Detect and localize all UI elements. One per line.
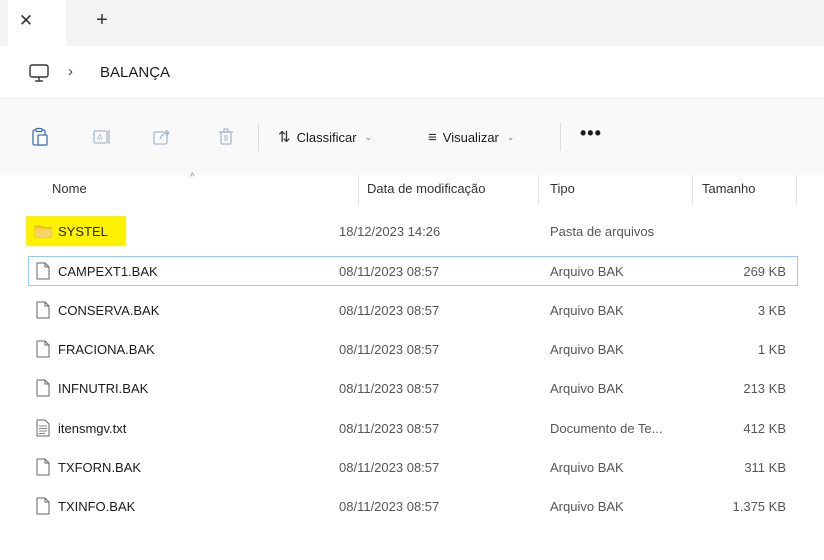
- file-name: FRACIONA.BAK: [58, 342, 155, 357]
- file-type: Arquivo BAK: [550, 264, 624, 279]
- file-size: 213 KB: [743, 381, 786, 396]
- file-date: 08/11/2023 08:57: [339, 499, 440, 514]
- column-divider[interactable]: [358, 175, 359, 205]
- file-icon: [36, 379, 50, 397]
- more-options-button[interactable]: •••: [580, 123, 602, 144]
- column-header-date[interactable]: Data de modificação: [367, 181, 486, 196]
- close-tab-icon[interactable]: ✕: [16, 11, 36, 31]
- new-tab-icon[interactable]: +: [92, 10, 112, 30]
- file-row[interactable]: INFNUTRI.BAK 08/11/2023 08:57 Arquivo BAK 2…: [28, 373, 798, 403]
- toolbar-divider: [560, 123, 561, 151]
- file-row[interactable]: TXINFO.BAK 08/11/2023 08:57 Arquivo BAK 1.3…: [28, 491, 798, 521]
- sort-label: Classificar: [296, 129, 357, 145]
- file-date: 08/11/2023 08:57: [339, 381, 440, 396]
- file-type: Arquivo BAK: [550, 303, 624, 318]
- file-date: 08/11/2023 08:57: [339, 303, 440, 318]
- this-pc-icon[interactable]: [28, 63, 50, 83]
- file-icon: [36, 340, 50, 358]
- column-divider[interactable]: [796, 175, 797, 205]
- share-icon[interactable]: [152, 127, 172, 147]
- file-name: CAMPEXT1.BAK: [58, 264, 158, 279]
- file-name: INFNUTRI.BAK: [58, 381, 149, 396]
- file-date: 08/11/2023 08:57: [339, 421, 440, 436]
- file-icon: [36, 301, 50, 319]
- column-header-type[interactable]: Tipo: [550, 181, 575, 196]
- sort-ascending-icon: ^: [190, 172, 195, 183]
- file-icon: [36, 497, 50, 515]
- command-bar: A ⇅ Classificar ⌄ ≡ Visualizar ⌄ •••: [0, 99, 824, 175]
- file-row[interactable]: CONSERVA.BAK 08/11/2023 08:57 Arquivo BAK 3…: [28, 295, 798, 325]
- delete-icon[interactable]: [216, 127, 236, 147]
- file-row[interactable]: itensmgv.txt 08/11/2023 08:57 Documento de…: [28, 413, 798, 443]
- text-file-icon: [36, 419, 50, 437]
- tab-strip: ✕ +: [0, 0, 824, 46]
- file-list: Nome ^ Data de modificação Tipo Tamanho …: [0, 172, 824, 560]
- file-row[interactable]: TXFORN.BAK 08/11/2023 08:57 Arquivo BAK 311…: [28, 452, 798, 482]
- file-type: Arquivo BAK: [550, 381, 624, 396]
- svg-text:A: A: [97, 133, 103, 142]
- folder-icon: [34, 225, 52, 238]
- view-icon: ≡: [428, 128, 437, 146]
- folder-row[interactable]: SYSTEL 18/12/2023 14:26 Pasta de arquivos: [26, 216, 798, 246]
- file-row[interactable]: CAMPEXT1.BAK 08/11/2023 08:57 Arquivo BAK 2…: [28, 256, 798, 286]
- file-date: 08/11/2023 08:57: [339, 460, 440, 475]
- file-type: Arquivo BAK: [550, 342, 624, 357]
- file-size: 412 KB: [743, 421, 786, 436]
- file-date: 08/11/2023 08:57: [339, 342, 440, 357]
- column-header-row: Nome ^ Data de modificação Tipo Tamanho: [0, 172, 824, 205]
- sort-icon: ⇅: [278, 129, 291, 146]
- file-type: Arquivo BAK: [550, 499, 624, 514]
- view-button[interactable]: ≡ Visualizar ⌄: [428, 126, 514, 148]
- breadcrumb-folder[interactable]: BALANÇA: [100, 64, 170, 81]
- file-size: 3 KB: [757, 303, 786, 318]
- file-size: 1.375 KB: [732, 499, 787, 514]
- file-size: 1 KB: [757, 342, 786, 357]
- sort-button[interactable]: ⇅ Classificar ⌄: [278, 126, 372, 148]
- file-date: 18/12/2023 14:26: [339, 224, 441, 239]
- chevron-down-icon: ⌄: [506, 131, 515, 142]
- column-header-size[interactable]: Tamanho: [702, 181, 755, 196]
- file-type: Pasta de arquivos: [550, 224, 655, 239]
- file-date: 08/11/2023 08:57: [339, 264, 440, 279]
- address-bar[interactable]: › BALANÇA: [0, 46, 824, 99]
- file-name: SYSTEL: [58, 224, 108, 239]
- view-label: Visualizar: [442, 129, 499, 145]
- file-icon: [36, 262, 50, 280]
- file-name: TXFORN.BAK: [58, 460, 142, 475]
- file-type: Documento de Te...: [550, 421, 663, 436]
- column-header-name[interactable]: Nome: [52, 181, 87, 196]
- rename-icon[interactable]: A: [92, 127, 112, 147]
- file-type: Arquivo BAK: [550, 460, 624, 475]
- column-divider[interactable]: [538, 175, 539, 205]
- file-row[interactable]: FRACIONA.BAK 08/11/2023 08:57 Arquivo BAK 1…: [28, 334, 798, 364]
- column-divider[interactable]: [692, 175, 693, 205]
- file-icon: [36, 458, 50, 476]
- file-name: itensmgv.txt: [58, 421, 127, 436]
- paste-icon[interactable]: [30, 127, 50, 147]
- file-name: CONSERVA.BAK: [58, 303, 160, 318]
- chevron-down-icon: ⌄: [364, 131, 373, 142]
- breadcrumb-separator-icon[interactable]: ›: [68, 63, 73, 80]
- file-size: 269 KB: [743, 264, 786, 279]
- file-size: 311 KB: [744, 460, 786, 475]
- toolbar-divider: [258, 123, 259, 151]
- file-name: TXINFO.BAK: [58, 499, 136, 514]
